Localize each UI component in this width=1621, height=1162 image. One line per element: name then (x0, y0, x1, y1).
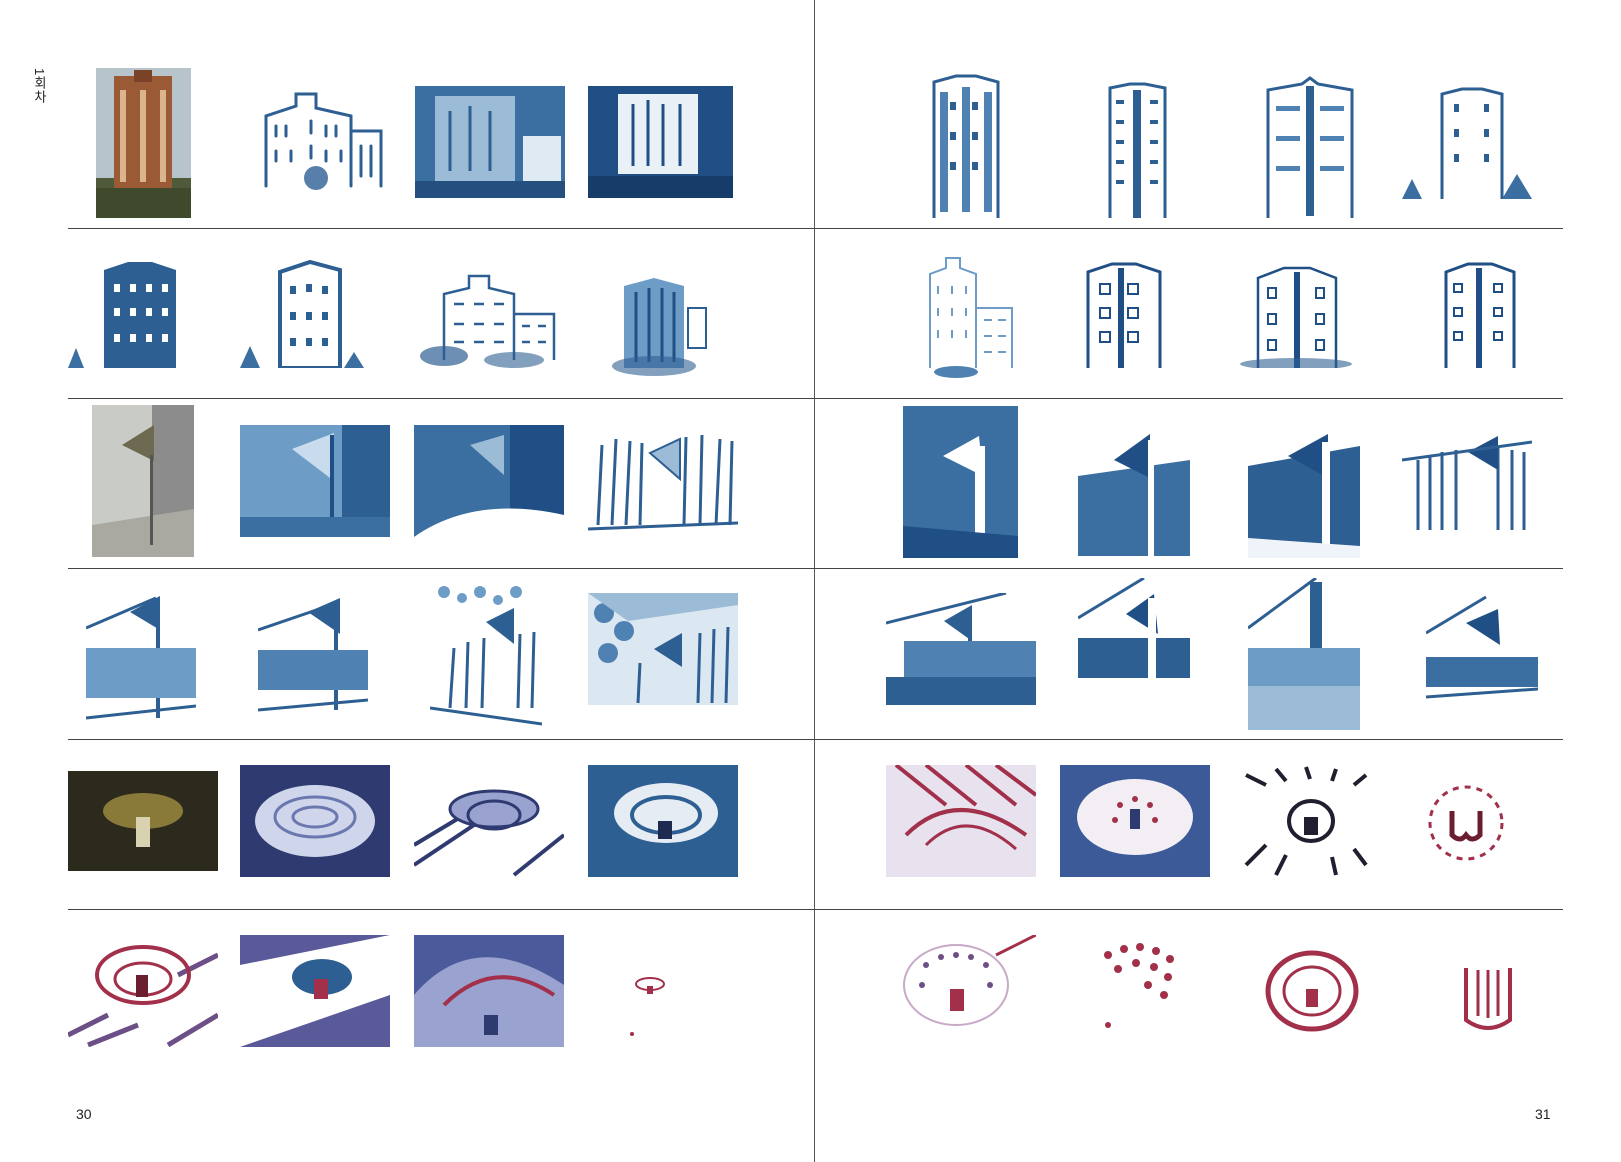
sketch-chandelier (886, 765, 1036, 877)
sketch-wall (258, 590, 368, 720)
sketch-chandelier (414, 765, 564, 877)
sketch-chandelier (886, 935, 1036, 1047)
chapter-label: 1회차 (32, 68, 47, 105)
sketch-tower (1262, 76, 1358, 218)
sketch-chandelier (1236, 765, 1386, 877)
row-divider (68, 909, 1563, 910)
row-divider (68, 739, 1563, 740)
sketch-wall (430, 578, 542, 730)
sketch-wall (1078, 578, 1190, 693)
sketch-wall (886, 593, 1036, 705)
sketch-wall (1426, 593, 1538, 705)
sketch-chandelier (620, 970, 680, 1040)
sketch-chandelier (1262, 945, 1362, 1037)
sketch-tower (926, 72, 1006, 218)
sketch-tower (916, 256, 1016, 386)
sketch-chandelier (240, 765, 390, 877)
sketch-chandelier (68, 935, 218, 1047)
sketch-wall (86, 578, 196, 730)
row-divider (68, 568, 1563, 569)
row-divider (68, 398, 1563, 399)
reference-photo-tower (96, 68, 191, 218)
sketch-wall (1248, 406, 1360, 558)
page-number-right: 31 (1535, 1106, 1551, 1122)
sketch-tower (588, 86, 733, 198)
sketch-wall (1248, 578, 1360, 730)
sketch-tower (240, 256, 368, 368)
page-number-left: 30 (76, 1106, 92, 1122)
sketch-tower (68, 256, 214, 368)
sketch-wall (240, 425, 390, 537)
sketch-wall (903, 406, 1018, 558)
sketch-tower (415, 86, 565, 198)
sketch-chandelier (588, 765, 738, 877)
reference-photo-chandelier (68, 771, 218, 871)
book-spread: 1회차 30 31 (0, 0, 1621, 1162)
sketch-chandelier (1078, 935, 1190, 1047)
sketch-chandelier (240, 935, 390, 1047)
reference-photo-wall (92, 405, 194, 557)
sketch-tower (1236, 256, 1356, 368)
sketch-tower (256, 86, 388, 196)
sketch-chandelier (1060, 765, 1210, 877)
sketch-wall (588, 593, 738, 705)
sketch-tower (604, 268, 722, 378)
sketch-tower (1078, 256, 1170, 368)
sketch-wall (414, 425, 564, 537)
sketch-tower (1402, 84, 1532, 199)
sketch-wall (1402, 420, 1532, 538)
sketch-wall (588, 425, 738, 537)
sketch-wall (1078, 420, 1190, 556)
sketch-tower (1105, 80, 1171, 218)
sketch-chandelier (1416, 773, 1516, 873)
row-divider (68, 228, 1563, 229)
page-gutter (814, 0, 815, 1162)
sketch-chandelier (1456, 960, 1520, 1036)
sketch-tower (414, 264, 564, 368)
sketch-chandelier (414, 935, 564, 1047)
sketch-tower (1440, 256, 1520, 368)
